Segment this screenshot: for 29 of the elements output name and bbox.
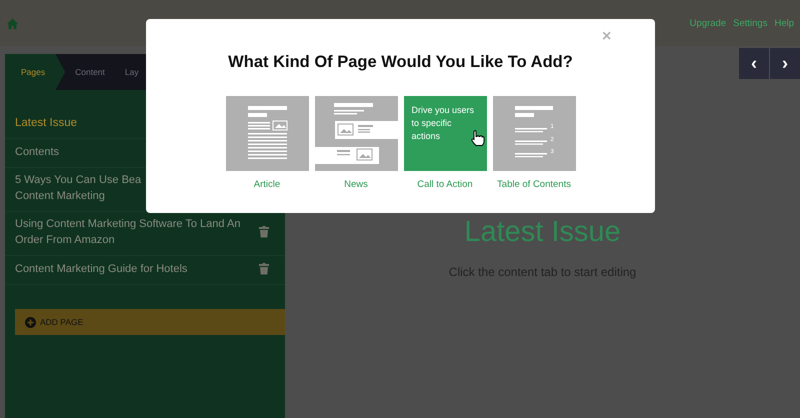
- sidebar-tab[interactable]: Lay: [114, 54, 149, 90]
- page-type-label[interactable]: News: [344, 179, 368, 190]
- trash-icon[interactable]: [259, 226, 269, 238]
- page-type-tile[interactable]: [314, 96, 398, 171]
- header-link[interactable]: Help: [774, 18, 794, 28]
- page-type-label[interactable]: Table of Contents: [497, 179, 571, 190]
- page-type-tile[interactable]: [226, 96, 308, 171]
- add-page-button[interactable]: ADD PAGE: [15, 309, 285, 335]
- dialog-title: What Kind Of Page Would You Like To Add?: [228, 53, 573, 72]
- page-type-label[interactable]: Article: [254, 179, 280, 190]
- trash-icon[interactable]: [259, 262, 269, 274]
- article-layout-drawing: [248, 106, 287, 159]
- page-type-tile[interactable]: Drive you users to specific actions: [404, 96, 486, 171]
- hand-cursor-icon: [470, 130, 486, 146]
- contents-layout-drawing: [514, 106, 552, 158]
- header-link[interactable]: Settings: [733, 18, 768, 28]
- tile-description: Drive you users to specific actions: [412, 104, 472, 143]
- previous-button[interactable]: ‹: [739, 48, 769, 79]
- header-link[interactable]: Upgrade: [690, 18, 726, 28]
- plus-circle-icon: [25, 316, 36, 328]
- sidebar-tab[interactable]: Pages: [5, 54, 66, 90]
- page-type-label[interactable]: Call to Action: [417, 179, 473, 190]
- close-button[interactable]: ×: [600, 28, 614, 46]
- page-heading: Latest Issue: [464, 216, 621, 249]
- sidebar-tab[interactable]: Content: [65, 54, 115, 90]
- page-list-item[interactable]: Content Marketing Guide for Hotels: [15, 260, 253, 276]
- next-button[interactable]: ›: [770, 48, 800, 79]
- home-icon[interactable]: [6, 16, 19, 30]
- page-list-item[interactable]: Using Content Marketing Software To Land An Order From Amazon: [15, 216, 253, 248]
